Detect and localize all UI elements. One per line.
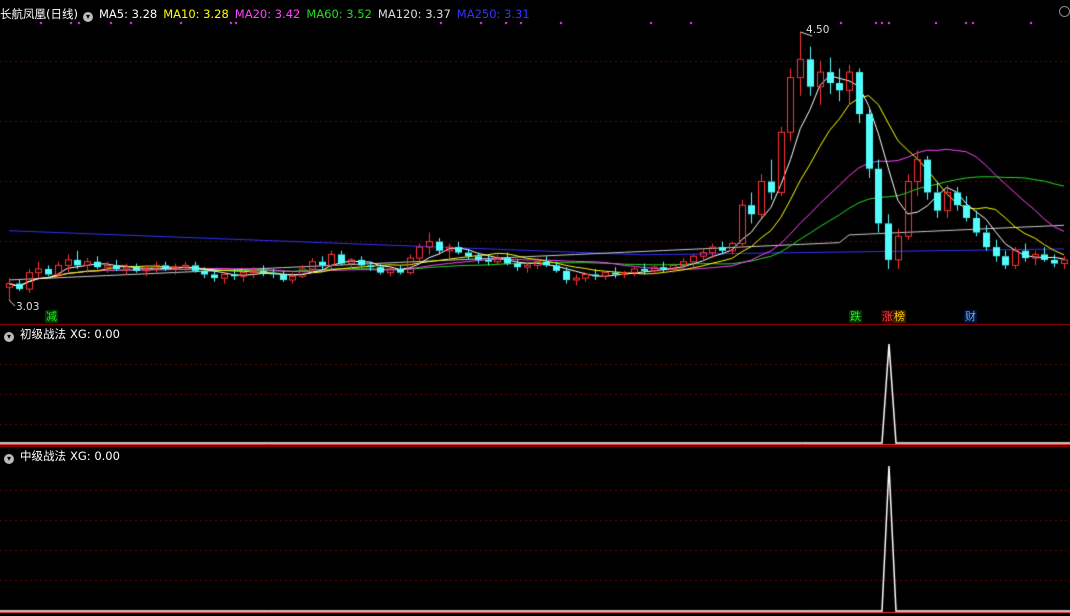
max-price-label: 4.50 — [806, 24, 830, 36]
sub-panel-1-menu-icon[interactable]: ▾ — [4, 332, 14, 342]
ma10-label: MA10: 3.28 — [163, 7, 229, 21]
badge-ranking[interactable]: 榜 — [893, 310, 906, 323]
sub-panel-1-header: ▾ 初级战法 XG: 0.00 — [0, 326, 126, 342]
stock-name: 长航凤凰(日线) — [0, 7, 78, 21]
badge-reduce[interactable]: 减 — [45, 310, 58, 323]
kline-chart-canvas[interactable] — [0, 0, 1070, 616]
ma20-label: MA20: 3.42 — [234, 7, 301, 21]
badge-fall[interactable]: 跌 — [849, 310, 862, 323]
sub-panel-2-header: ▾ 中级战法 XG: 0.00 — [0, 448, 126, 464]
ma250-label: MA250: 3.31 — [456, 7, 530, 21]
sub-panel-2-menu-icon[interactable]: ▾ — [4, 454, 14, 464]
ma120-label: MA120: 3.37 — [377, 7, 451, 21]
sub-panel-2-title: 中级战法 — [20, 449, 66, 463]
sub-panel-1-indicator: XG: 0.00 — [70, 327, 120, 341]
sub-panel-2-indicator: XG: 0.00 — [70, 449, 120, 463]
sub-panel-1-title: 初级战法 — [20, 327, 66, 341]
ma5-label: MA5: 3.28 — [98, 7, 158, 21]
panel-toggle-icon[interactable] — [1059, 6, 1070, 17]
settings-icon[interactable]: ▾ — [82, 12, 93, 22]
ma60-label: MA60: 3.52 — [306, 7, 372, 21]
min-price-label: 3.03 — [16, 301, 40, 313]
badge-finance[interactable]: 财 — [964, 310, 977, 323]
main-panel-header: 长航凤凰(日线) ▾ MA5: 3.28 MA10: 3.28 MA20: 3.42 MA… — [0, 6, 536, 22]
